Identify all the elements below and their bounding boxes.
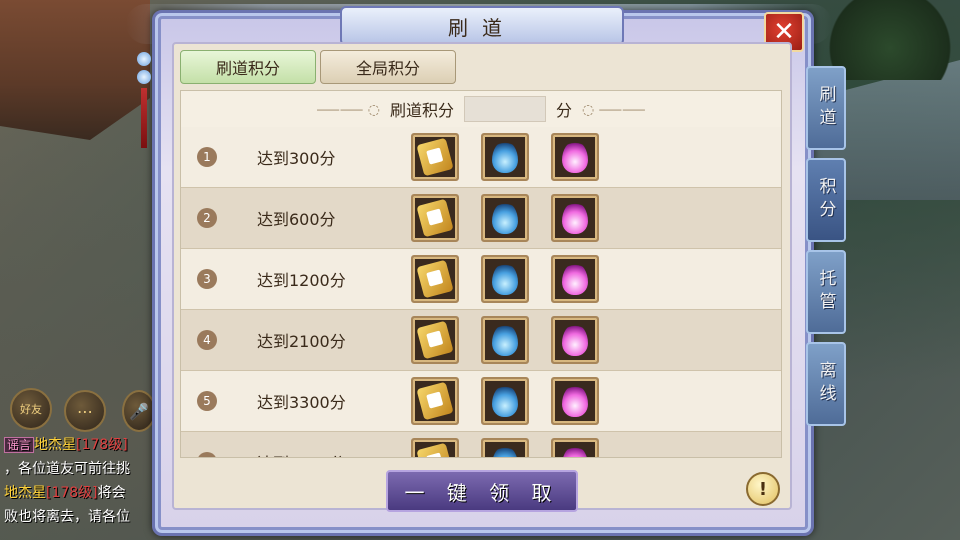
side-tab-score[interactable]: 积分 [806,158,846,242]
row-threshold: 达到4800分 [257,450,346,457]
reward-list: ⸺⸺ ◌ 刷道积分 分 ◌ ⸺⸺ 1 达到300分 2 达到600分 3 达到1… [180,90,782,458]
scroll-icon[interactable] [411,316,459,364]
row-index: 6 [197,452,217,457]
pink-flame-icon[interactable] [551,316,599,364]
chat-line: 败也将离去，请各位 [4,509,130,525]
row-threshold: 达到300分 [257,149,336,168]
microphone-icon[interactable]: 🎤 [122,390,156,432]
row-index: 2 [197,208,217,228]
chat-line: 地杰星[178级]将会 [4,481,154,505]
row-threshold: 达到600分 [257,210,336,229]
score-unit: 分 [556,101,573,120]
tab-global-score[interactable]: 全局积分 [320,50,456,84]
row-index: 3 [197,269,217,289]
scroll-icon[interactable] [411,194,459,242]
chat-bubble-icon[interactable]: ⋯ [64,390,106,432]
side-tabs: 刷道 积分 托管 离线 [806,66,846,434]
scroll-icon[interactable] [411,133,459,181]
chat-line: ，各位道友可前往挑 [4,461,130,477]
friend-button[interactable]: 好友 [10,388,52,430]
score-value [464,96,546,122]
reward-row: 4 达到2100分 [181,310,781,371]
claim-all-button[interactable]: 一 键 领 取 [386,470,578,512]
pink-flame-icon[interactable] [551,255,599,303]
row-threshold: 达到2100分 [257,332,346,351]
pink-flame-icon[interactable] [551,133,599,181]
pink-flame-icon[interactable] [551,194,599,242]
reward-row: 3 达到1200分 [181,249,781,310]
pink-flame-icon[interactable] [551,438,599,457]
blue-flame-icon[interactable] [481,438,529,457]
score-label: 刷道积分 [389,101,454,120]
panel-title: 刷道 [340,6,624,46]
jade-pendant-ornament [136,52,152,148]
row-index: 4 [197,330,217,350]
side-tab-hosting[interactable]: 托管 [806,250,846,334]
row-threshold: 达到3300分 [257,393,346,412]
side-tab-offline[interactable]: 离线 [806,342,846,426]
blue-flame-icon[interactable] [481,316,529,364]
reward-row: 2 达到600分 [181,188,781,249]
side-tab-shuadao[interactable]: 刷道 [806,66,846,150]
chat-player-name[interactable]: 地杰星 [34,437,76,453]
scroll-icon[interactable] [411,377,459,425]
scroll-icon[interactable] [411,438,459,457]
blue-flame-icon[interactable] [481,255,529,303]
right-scroll-ornament: ◌ ⸺⸺ [582,102,646,118]
left-scroll-ornament: ⸺⸺ ◌ [316,102,380,118]
row-index: 5 [197,391,217,411]
blue-flame-icon[interactable] [481,194,529,242]
chat-log: 谣言 地杰星[178级] ，各位道友可前往挑 地杰星[178级]将会 败也将离去，… [4,433,154,529]
chat-player-level: [178级] [76,437,128,453]
chat-line: 谣言 地杰星[178级] [4,433,154,457]
rumor-tag: 谣言 [4,437,35,453]
row-threshold: 达到1200分 [257,271,346,290]
reward-row: 1 达到300分 [181,127,781,188]
chat-player-name[interactable]: 地杰星 [4,485,46,501]
score-tabs: 刷道积分 全局积分 [180,50,456,84]
row-index: 1 [197,147,217,167]
tab-shuadao-score[interactable]: 刷道积分 [180,50,316,84]
pink-flame-icon[interactable] [551,377,599,425]
score-header: ⸺⸺ ◌ 刷道积分 分 ◌ ⸺⸺ [181,91,781,128]
chat-text: 将会 [97,485,126,501]
friend-label: 好友 [20,403,42,416]
blue-flame-icon[interactable] [481,133,529,181]
reward-row: 5 达到3300分 [181,371,781,432]
chat-player-level: [178级] [46,485,98,501]
reward-rows: 1 达到300分 2 达到600分 3 达到1200分 4 达到2100分 5 … [181,127,781,457]
scroll-icon[interactable] [411,255,459,303]
reward-row: 6 达到4800分 [181,432,781,457]
blue-flame-icon[interactable] [481,377,529,425]
info-icon[interactable]: ! [746,472,780,506]
